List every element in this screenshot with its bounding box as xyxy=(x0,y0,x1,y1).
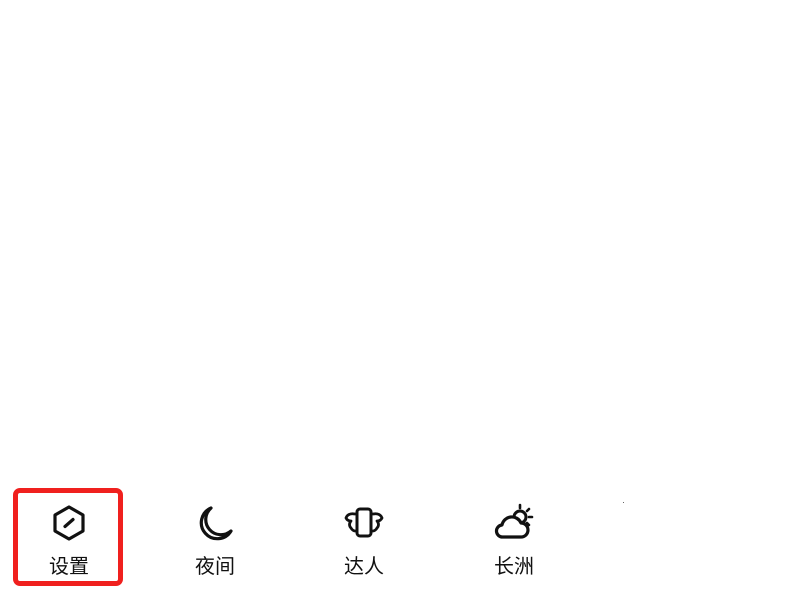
app-screen: 设置 夜间 达人 长洲 xyxy=(0,0,800,600)
nav-label-weather-city: 长洲 xyxy=(494,554,534,578)
hexagon-settings-icon xyxy=(48,502,90,544)
nav-label-expert: 达人 xyxy=(344,554,384,578)
main-content-area xyxy=(0,0,800,480)
nav-item-weather-city[interactable]: 长洲 xyxy=(459,480,569,590)
sun-cloud-weather-icon xyxy=(493,502,535,544)
winged-phone-icon xyxy=(343,502,385,544)
nav-label-night-mode: 夜间 xyxy=(195,554,235,578)
bottom-navigation-bar: 设置 夜间 达人 长洲 xyxy=(0,480,800,600)
nav-item-expert[interactable]: 达人 xyxy=(309,480,419,590)
crescent-moon-icon xyxy=(194,502,236,544)
nav-item-night-mode[interactable]: 夜间 xyxy=(160,480,270,590)
nav-label-settings: 设置 xyxy=(49,554,89,578)
nav-item-settings[interactable]: 设置 xyxy=(14,480,124,590)
screen-speck xyxy=(623,502,624,503)
